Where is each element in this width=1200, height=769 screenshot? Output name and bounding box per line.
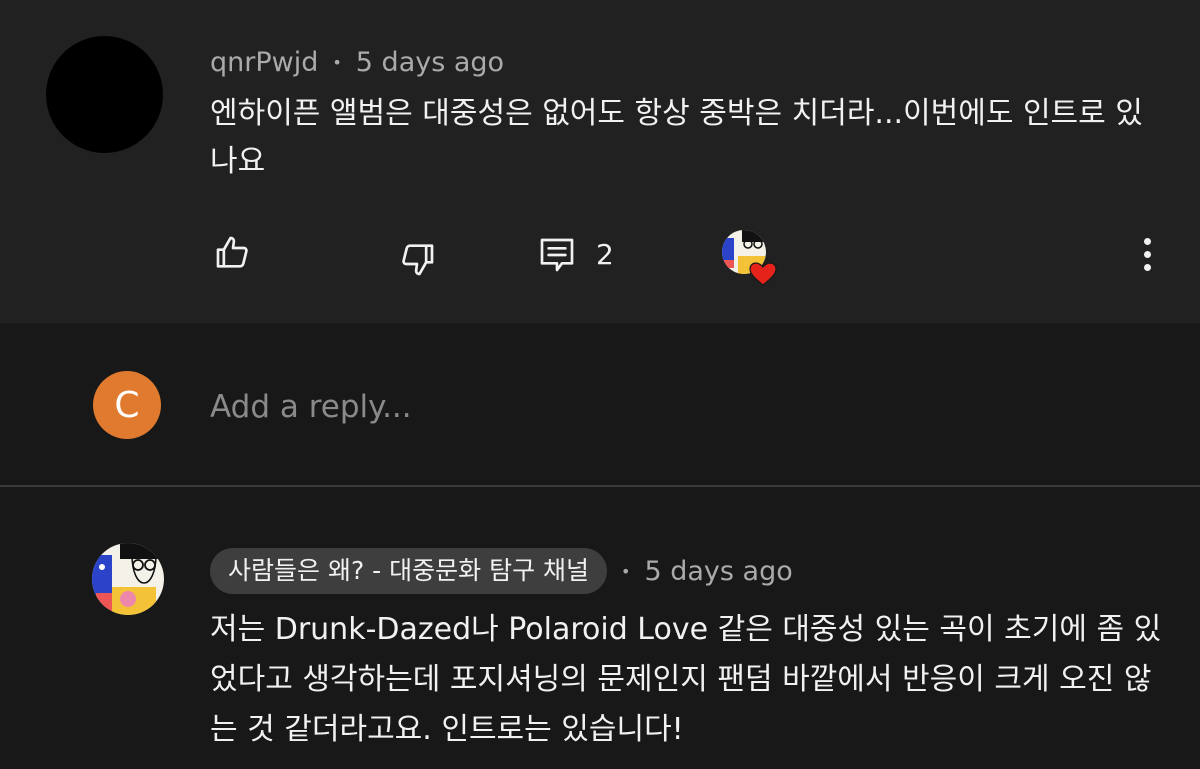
channel-name-badge[interactable]: 사람들은 왜? - 대중문화 탐구 채널 — [210, 548, 608, 594]
channel-avatar[interactable] — [92, 543, 164, 615]
dislike-icon — [402, 244, 434, 276]
reply-input[interactable] — [208, 381, 1112, 433]
reply-comment: 사람들은 왜? - 대중문화 탐구 채널 • 5 days ago 저는 Dru… — [0, 487, 1200, 769]
reply-button[interactable] — [532, 230, 582, 280]
user-avatar[interactable]: C — [93, 371, 161, 439]
comment-actions: 2 — [0, 222, 1200, 286]
comment-time[interactable]: 5 days ago — [356, 47, 504, 78]
more-vert-icon — [1143, 237, 1151, 245]
reply-composer: C — [0, 323, 1200, 485]
channel-avatar-icon — [92, 543, 164, 615]
commenter-avatar[interactable] — [46, 36, 163, 153]
like-button[interactable] — [208, 228, 258, 278]
comment-author[interactable]: qnrPwjd — [210, 47, 318, 78]
separator-dot: • — [621, 561, 631, 581]
reply-count: 2 — [596, 238, 614, 271]
separator-dot: • — [332, 52, 342, 72]
reply-meta: 사람들은 왜? - 대중문화 탐구 채널 • 5 days ago — [210, 547, 793, 595]
creator-heart — [720, 228, 782, 290]
dislike-button[interactable] — [392, 234, 442, 284]
comment-meta: qnrPwjd • 5 days ago — [210, 42, 504, 82]
comment-card: qnrPwjd • 5 days ago 엔하이픈 앨범은 대중성은 없어도 항… — [0, 0, 1200, 323]
reply-time[interactable]: 5 days ago — [644, 556, 792, 587]
reply-icon — [540, 238, 574, 272]
comment-text: 엔하이픈 앨범은 대중성은 없어도 항상 중박은 치더라...이번에도 인트로 … — [210, 96, 1143, 179]
more-options-button[interactable] — [1132, 232, 1162, 276]
reply-text: 저는 Drunk-Dazed나 Polaroid Love 같은 대중성 있는 … — [210, 612, 1162, 747]
creator-heart-icon — [722, 230, 777, 286]
like-icon — [216, 236, 248, 268]
